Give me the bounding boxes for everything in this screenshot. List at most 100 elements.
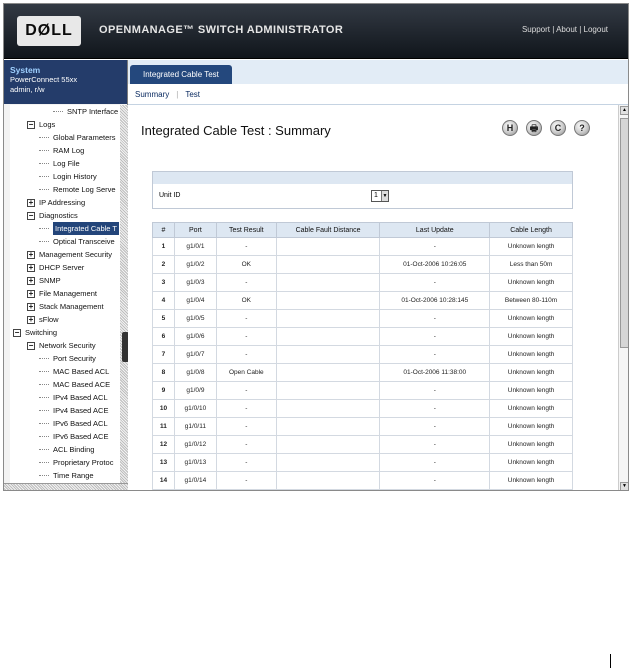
expand-icon[interactable]: +	[27, 277, 35, 285]
table-row[interactable]: 12 g1/0/12- - Unknown length	[152, 435, 573, 454]
col-fault-distance-cell	[275, 345, 381, 364]
tree-item[interactable]: + IP Addressing	[10, 196, 120, 209]
tree-item[interactable]: + sFlow	[10, 313, 120, 326]
col-port-cell: g1/0/7	[173, 345, 217, 364]
tree-item[interactable]: + Stack Management	[10, 300, 120, 313]
tree-item-label: MAC Based ACL	[53, 367, 110, 376]
tree-item[interactable]: − Logs	[10, 118, 120, 131]
tab-integrated-cable-test[interactable]: Integrated Cable Test	[130, 65, 232, 84]
summary-link[interactable]: Summary	[135, 90, 169, 99]
system-info[interactable]: System PowerConnect 55xx admin, r/w	[4, 60, 127, 104]
tree-item[interactable]: MAC Based ACE	[10, 378, 120, 391]
col-number-header[interactable]: #	[152, 222, 175, 238]
col-cable-length-cell: Unknown length	[489, 345, 573, 364]
tree-item[interactable]: + DHCP Server	[10, 261, 120, 274]
tree-item[interactable]: − Switching	[10, 326, 120, 339]
tree-item[interactable]: Optical Transceive	[10, 235, 120, 248]
tree-item[interactable]: Proprietary Protoc	[10, 456, 120, 469]
col-test-result-cell: -	[215, 399, 277, 418]
col-cable-length-cell: Unknown length	[489, 237, 573, 256]
collapse-icon[interactable]: −	[27, 121, 35, 129]
table-row[interactable]: 5 g1/0/5- - Unknown length	[152, 309, 573, 328]
col-test-result-header[interactable]: Test Result	[215, 222, 277, 238]
table-row[interactable]: 13 g1/0/13- - Unknown length	[152, 453, 573, 472]
tree-connector	[39, 475, 49, 476]
tree-item[interactable]: − Network Security	[10, 339, 120, 352]
tree-item[interactable]: + File Management	[10, 287, 120, 300]
tree-item[interactable]: Login History	[10, 170, 120, 183]
tree-item-label: Global Parameters	[53, 133, 116, 142]
tree-item[interactable]: MAC Based ACL	[10, 365, 120, 378]
content-vertical-scrollbar[interactable]: ▲ ▼	[618, 105, 628, 490]
collapse-icon[interactable]: −	[13, 329, 21, 337]
col-cable-length-header[interactable]: Cable Length	[489, 222, 573, 238]
tree-item-label: IPv4 Based ACL	[53, 393, 108, 402]
support-link[interactable]: Support	[522, 25, 550, 34]
expand-icon[interactable]: +	[27, 303, 35, 311]
tree-item[interactable]: IPv4 Based ACL	[10, 391, 120, 404]
expand-icon[interactable]: +	[27, 264, 35, 272]
col-fault-distance-cell	[275, 309, 381, 328]
help-icon[interactable]: ?	[574, 120, 590, 136]
tree-item[interactable]: − Diagnostics	[10, 209, 120, 222]
expand-icon[interactable]: +	[27, 251, 35, 259]
col-test-result-cell: -	[215, 417, 277, 436]
tree-item[interactable]: + SNMP	[10, 274, 120, 287]
tree-item[interactable]: IPv6 Based ACL	[10, 417, 120, 430]
tree-vertical-scrollbar[interactable]	[120, 105, 128, 485]
table-row[interactable]: 3 g1/0/3- - Unknown length	[152, 273, 573, 292]
expand-icon[interactable]: +	[27, 290, 35, 298]
tree-horizontal-scrollbar[interactable]	[4, 483, 128, 490]
table-row[interactable]: 4 g1/0/4 OK 01-Oct-2006 10:28:145 Between 80…	[152, 291, 573, 310]
tree-item[interactable]: Remote Log Serve	[10, 183, 120, 196]
tree-item[interactable]: ACL Binding	[10, 443, 120, 456]
col-test-result-cell: -	[215, 327, 277, 346]
test-link[interactable]: Test	[185, 90, 200, 99]
table-row[interactable]: 14 g1/0/14- - Unknown length	[152, 471, 573, 490]
table-row[interactable]: 9 g1/0/9- - Unknown length	[152, 381, 573, 400]
col-port-header[interactable]: Port	[173, 222, 217, 238]
expand-icon[interactable]: +	[27, 316, 35, 324]
tree-item[interactable]: IPv4 Based ACE	[10, 404, 120, 417]
about-link[interactable]: About	[556, 25, 577, 34]
navigation-tree: SNTP Interface Se−LogsGlobal ParametersR…	[10, 105, 120, 483]
col-last-update-cell: -	[379, 309, 491, 328]
table-row[interactable]: 2 g1/0/2 OK 01-Oct-2006 10:26:05 Less than 5…	[152, 255, 573, 274]
save-icon[interactable]: H	[502, 120, 518, 136]
tree-item[interactable]: Port Security	[10, 352, 120, 365]
scroll-thumb[interactable]	[620, 118, 628, 348]
table-row[interactable]: 6 g1/0/6- - Unknown length	[152, 327, 573, 346]
collapse-icon[interactable]: −	[27, 212, 35, 220]
table-row[interactable]: 1 g1/0/1- - Unknown length	[152, 237, 573, 256]
col-last-update-header[interactable]: Last Update	[379, 222, 491, 238]
col-port-cell: g1/0/10	[173, 399, 217, 418]
col-fault-distance-header[interactable]: Cable Fault Distance	[275, 222, 381, 238]
tree-item[interactable]: Global Parameters	[10, 131, 120, 144]
refresh-icon[interactable]: C	[550, 120, 566, 136]
tree-item[interactable]: Integrated Cable T	[10, 222, 120, 235]
tree-item-label: Logs	[39, 120, 56, 129]
tree-item[interactable]: IPv6 Based ACE	[10, 430, 120, 443]
table-row[interactable]: 8 g1/0/8 Open Cable 01-Oct-2006 11:38:00 Unk…	[152, 363, 573, 382]
col-cable-length-cell: Unknown length	[489, 381, 573, 400]
table-row[interactable]: 10 g1/0/10- - Unknown length	[152, 399, 573, 418]
col-fault-distance-cell	[275, 273, 381, 292]
unit-id-select[interactable]: 1 ▼	[371, 190, 389, 202]
tree-item[interactable]: SNTP Interface Se	[10, 105, 120, 118]
tree-item[interactable]: Time Range	[10, 469, 120, 482]
tree-item[interactable]: + Management Security	[10, 248, 120, 261]
scroll-up-icon[interactable]: ▲	[620, 106, 628, 115]
table-row[interactable]: 7 g1/0/7- - Unknown length	[152, 345, 573, 364]
tree-item-label: SNMP	[39, 276, 61, 285]
tree-item[interactable]: RAM Log	[10, 144, 120, 157]
unit-selector-box: Unit ID 1 ▼	[152, 171, 573, 209]
expand-icon[interactable]: +	[27, 199, 35, 207]
tree-item[interactable]: Log File	[10, 157, 120, 170]
scroll-down-icon[interactable]: ▼	[620, 482, 628, 490]
system-title: System	[10, 65, 41, 75]
tree-item-label: Switching	[25, 328, 58, 337]
collapse-icon[interactable]: −	[27, 342, 35, 350]
logout-link[interactable]: Logout	[584, 25, 608, 34]
table-row[interactable]: 11 g1/0/11- - Unknown length	[152, 417, 573, 436]
print-icon[interactable]: 🖶	[526, 120, 542, 136]
